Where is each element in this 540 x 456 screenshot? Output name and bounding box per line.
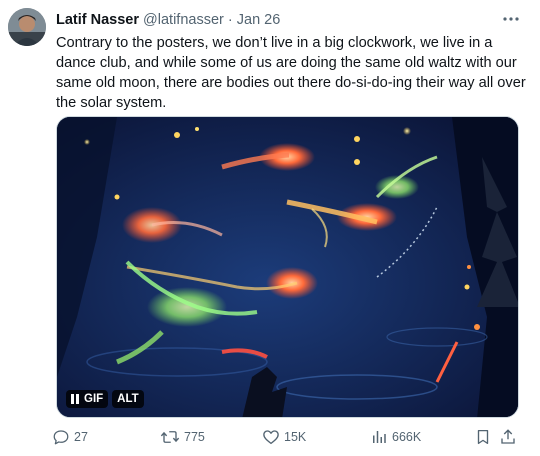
more-options-button[interactable]: [502, 10, 520, 33]
like-button[interactable]: 15K: [262, 428, 306, 446]
bookmark-button[interactable]: [474, 428, 492, 446]
tweet-header: Latif Nasser @latifnasser · Jan 26: [56, 11, 280, 29]
separator: ·: [227, 12, 233, 28]
like-count: 15K: [284, 430, 307, 444]
reply-icon: [53, 430, 69, 445]
alt-badge[interactable]: ALT: [112, 390, 144, 408]
alt-label: ALT: [117, 393, 139, 405]
media-badges: GIF ALT: [66, 390, 144, 408]
view-count: 666K: [392, 430, 422, 444]
bookmark-icon: [477, 429, 489, 445]
views-button[interactable]: 666K: [370, 428, 421, 446]
tweet-date[interactable]: Jan 26: [237, 12, 281, 28]
avatar[interactable]: [8, 8, 46, 46]
reply-count: 27: [74, 430, 88, 444]
share-icon: [501, 429, 515, 444]
gif-label: GIF: [84, 393, 104, 405]
more-horizontal-icon: [503, 17, 519, 21]
action-bar: 27 775 15K 666K: [52, 428, 522, 450]
gif-media[interactable]: GIF ALT: [56, 116, 519, 418]
gif-badge[interactable]: GIF: [66, 390, 109, 408]
repost-icon: [160, 431, 180, 443]
bar-chart-icon: [373, 431, 386, 443]
heart-icon: [263, 430, 279, 445]
tweet-text: Contrary to the posters, we don’t live i…: [56, 35, 526, 111]
gif-image: [57, 117, 518, 417]
repost-button[interactable]: 775: [160, 428, 205, 446]
repost-count: 775: [184, 430, 205, 444]
author-handle[interactable]: @latifnasser: [143, 12, 224, 28]
pause-icon[interactable]: [71, 394, 79, 404]
tweet[interactable]: Latif Nasser @latifnasser · Jan 26 Contr…: [0, 0, 540, 456]
share-button[interactable]: [499, 428, 517, 446]
reply-button[interactable]: 27: [52, 428, 88, 446]
author-name[interactable]: Latif Nasser: [56, 12, 139, 28]
